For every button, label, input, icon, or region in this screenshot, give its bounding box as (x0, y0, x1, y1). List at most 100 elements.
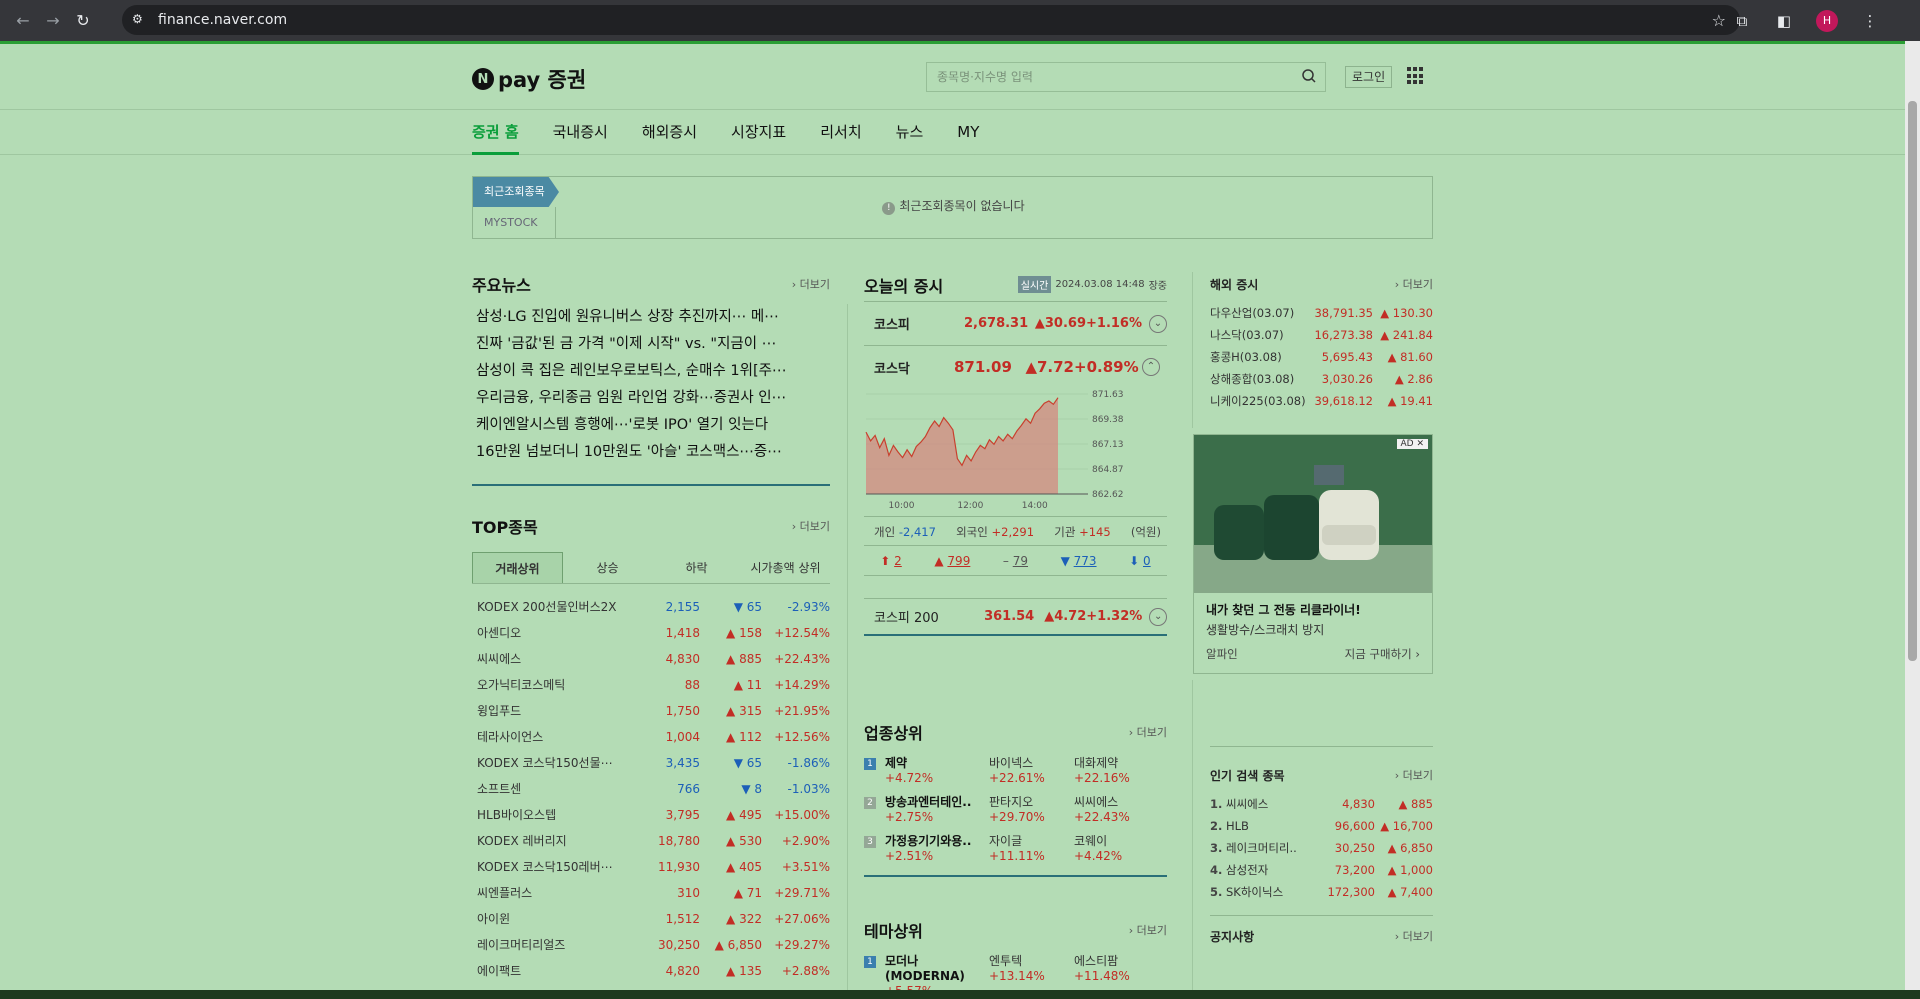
news-item[interactable]: 케이엔알시스템 흥행에⋯'로봇 IPO' 열기 잇는다 (472, 412, 830, 439)
kosdaq-row[interactable]: 코스닥 871.09 ▲7.72 +0.89% ⌃ (864, 346, 1167, 388)
ad-cta-link[interactable]: 지금 구매하기 › (1345, 646, 1420, 662)
stock-name[interactable]: 에이팩트 (472, 958, 650, 984)
tab-volume[interactable]: 거래상위 (472, 552, 563, 583)
page-scrollbar[interactable] (1905, 41, 1920, 991)
search-icon[interactable] (1301, 68, 1317, 84)
stock-name[interactable]: KODEX 200선물인버스2X (472, 594, 650, 620)
side-panel-icon[interactable]: ◧ (1774, 11, 1794, 31)
leader-stock[interactable]: 바이넥스 +22.61% (989, 756, 1074, 791)
stock-name[interactable]: 씨씨에스 (1226, 793, 1322, 815)
group-name[interactable]: 모더나 (MODERNA)+5.57% (885, 954, 989, 990)
table-row[interactable]: 윙입푸드 1,750 ▲ 315 +21.95% (472, 698, 830, 724)
bookmark-star-icon[interactable]: ☆ (1712, 11, 1726, 30)
nav-item-news[interactable]: 뉴스 (896, 110, 924, 154)
stock-name[interactable]: KODEX 코스닥150레버⋯ (472, 854, 650, 880)
nav-item-indicators[interactable]: 시장지표 (731, 110, 786, 154)
kospi200-row[interactable]: 코스피 200 361.54 ▲4.72 +1.32% ⌄ (864, 598, 1167, 636)
stock-name[interactable]: KODEX 코스닥150선물⋯ (472, 750, 650, 776)
nav-item-home[interactable]: 증권 홈 (472, 110, 519, 155)
news-more-link[interactable]: › 더보기 (792, 276, 830, 292)
ad-banner[interactable]: AD ✕ 내가 찾던 그 전동 리클라이너! 생활방수/스크래치 방지 알파인 … (1193, 434, 1433, 674)
apps-grid-icon[interactable] (1407, 67, 1425, 85)
news-item[interactable]: 진짜 '금값'된 금 가격 "이제 시작" vs. "지금이 ⋯ (472, 331, 830, 358)
breadth-up[interactable]: ▲ 799 (934, 546, 970, 575)
reload-icon[interactable]: ↻ (68, 6, 98, 36)
list-item[interactable]: 5. SK하이닉스 172,300 ▲ 7,400 (1210, 881, 1433, 903)
news-item[interactable]: 삼성·LG 진입에 원유니버스 상장 추진까지⋯ 메⋯ (472, 304, 830, 331)
notice-more-link[interactable]: › 더보기 (1395, 928, 1433, 944)
stock-name[interactable]: 레이크머티리.. (1226, 837, 1322, 859)
scrollbar-thumb[interactable] (1908, 101, 1917, 661)
chevron-down-icon[interactable]: ⌄ (1149, 314, 1167, 333)
list-item[interactable]: 나스닥(03.07) 16,273.38 ▲ 241.84 (1210, 324, 1433, 346)
list-item[interactable]: 3 가정용기기와용.. +2.51% 자이글 +11.11% 코웨이 +4.42% (864, 830, 1167, 869)
tab-rise[interactable]: 상승 (563, 552, 652, 583)
group-name[interactable]: 방송과엔터테인.. +2.75% (885, 795, 989, 830)
search-input[interactable] (927, 63, 1287, 91)
table-row[interactable]: 레이크머티리얼즈 30,250 ▲ 6,850 +29.27% (472, 932, 830, 958)
popular-more-link[interactable]: › 더보기 (1395, 767, 1433, 783)
table-row[interactable]: 아이윈 1,512 ▲ 322 +27.06% (472, 906, 830, 932)
list-item[interactable]: 3. 레이크머티리.. 30,250 ▲ 6,850 (1210, 837, 1433, 859)
nav-item-overseas[interactable]: 해외증시 (642, 110, 697, 154)
site-info-icon[interactable]: ⚙ (132, 12, 148, 28)
nav-item-research[interactable]: 리서치 (820, 110, 861, 154)
list-item[interactable]: 2. HLB 96,600 ▲ 16,700 (1210, 815, 1433, 837)
table-row[interactable]: KODEX 코스닥150선물⋯ 3,435 ▼ 65 -1.86% (472, 750, 830, 776)
stock-name[interactable]: 씨엔플러스 (472, 880, 650, 906)
stock-name[interactable]: HLB (1226, 815, 1322, 837)
table-row[interactable]: 에이팩트 4,820 ▲ 135 +2.88% (472, 958, 830, 984)
list-item[interactable]: 다우산업(03.07) 38,791.35 ▲ 130.30 (1210, 302, 1433, 324)
table-row[interactable]: HLB바이오스텝 3,795 ▲ 495 +15.00% (472, 802, 830, 828)
chevron-up-icon[interactable]: ⌃ (1142, 358, 1160, 376)
stock-name[interactable]: SK하이닉스 (1226, 881, 1322, 903)
group-name[interactable]: 제약 +4.72% (885, 756, 989, 791)
stock-name[interactable]: 윙입푸드 (472, 698, 650, 724)
table-row[interactable]: KODEX 200선물인버스2X 2,155 ▼ 65 -2.93% (472, 594, 830, 620)
stock-name[interactable]: 레이크머티리얼즈 (472, 932, 650, 958)
login-button[interactable]: 로그인 (1345, 66, 1393, 88)
list-item[interactable]: 니케이225(03.08) 39,618.12 ▲ 19.41 (1210, 390, 1433, 412)
tab-market-cap[interactable]: 시가총액 상위 (741, 552, 830, 583)
list-item[interactable]: 상해종합(03.08) 3,030.26 ▲ 2.86 (1210, 368, 1433, 390)
menu-kebab-icon[interactable]: ⋮ (1860, 11, 1880, 31)
stock-name[interactable]: 씨씨에스 (472, 646, 650, 672)
list-item[interactable]: 1. 씨씨에스 4,830 ▲ 885 (1210, 793, 1433, 815)
table-row[interactable]: 테라사이언스 1,004 ▲ 112 +12.56% (472, 724, 830, 750)
tab-fall[interactable]: 하락 (652, 552, 741, 583)
breadth-upper-limit[interactable]: ⬆ 2 (880, 546, 902, 575)
nav-item-domestic[interactable]: 국내증시 (553, 110, 608, 154)
stock-name[interactable]: 삼성전자 (1226, 859, 1322, 881)
stock-name[interactable]: 테라사이언스 (472, 724, 650, 750)
leader-stock[interactable]: 대화제약 +22.16% (1074, 756, 1159, 791)
stock-name[interactable]: 소프트센 (472, 776, 650, 802)
kospi-row[interactable]: 코스피 2,678.31 ▲30.69 +1.16% ⌄ (864, 302, 1167, 346)
news-item[interactable]: 우리금융, 우리종금 임원 라인업 강화⋯증권사 인⋯ (472, 385, 830, 412)
stock-name[interactable]: HLB바이오스텝 (472, 802, 650, 828)
theme-more-link[interactable]: › 더보기 (1129, 922, 1167, 938)
extensions-icon[interactable]: ⧉ (1732, 11, 1752, 31)
ad-image[interactable]: AD ✕ (1194, 435, 1432, 593)
leader-stock[interactable]: 코웨이 +4.42% (1074, 834, 1159, 869)
leader-stock[interactable]: 엔투텍 +13.14% (989, 954, 1074, 989)
forward-icon[interactable]: → (38, 6, 68, 36)
table-row[interactable]: 오가닉티코스메틱 88 ▲ 11 +14.29% (472, 672, 830, 698)
list-item[interactable]: 2 방송과엔터테인.. +2.75% 판타지오 +29.70% 씨씨에스 +22.43% (864, 791, 1167, 830)
breadth-lower-limit[interactable]: ⬇ 0 (1129, 546, 1151, 575)
leader-stock[interactable]: 에스티팜 +11.48% (1074, 954, 1159, 989)
nav-item-my[interactable]: MY (957, 110, 979, 154)
tab-mystock[interactable]: MYSTOCK (473, 207, 556, 238)
news-item[interactable]: 삼성이 콕 집은 레인보우로보틱스, 순매수 1위[주⋯ (472, 358, 830, 385)
chevron-down-icon[interactable]: ⌄ (1149, 607, 1167, 626)
address-bar[interactable]: ⚙ finance.naver.com ☆ (122, 5, 1740, 35)
ad-title[interactable]: 내가 찾던 그 전동 리클라이너! (1206, 601, 1420, 618)
leader-stock[interactable]: 씨씨에스 +22.43% (1074, 795, 1159, 830)
table-row[interactable]: KODEX 레버리지 18,780 ▲ 530 +2.90% (472, 828, 830, 854)
table-row[interactable]: 씨엔플러스 310 ▲ 71 +29.71% (472, 880, 830, 906)
news-item[interactable]: 16만원 넘보더니 10만원도 '아슬' 코스맥스⋯증⋯ (472, 439, 830, 466)
leader-stock[interactable]: 자이글 +11.11% (989, 834, 1074, 869)
table-row[interactable]: 씨씨에스 4,830 ▲ 885 +22.43% (472, 646, 830, 672)
breadth-down[interactable]: ▼ 773 (1061, 546, 1097, 575)
back-icon[interactable]: ← (8, 6, 38, 36)
list-item[interactable]: 1모더나 (MODERNA)+5.57%엔투텍+13.14%에스티팜+11.48… (864, 950, 1167, 990)
